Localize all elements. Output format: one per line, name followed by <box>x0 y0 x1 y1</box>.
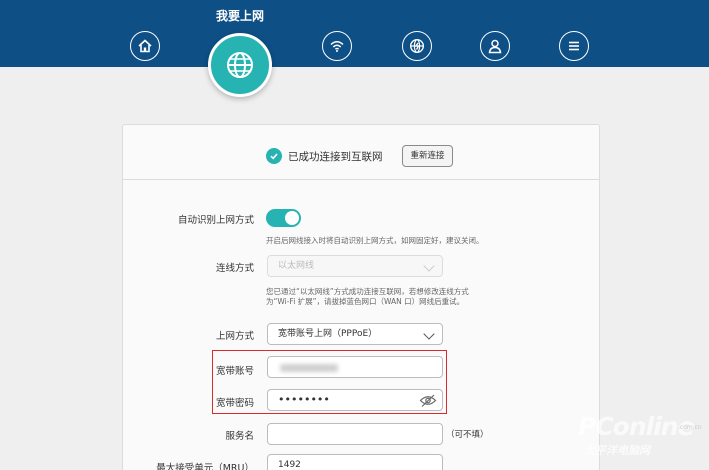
chevron-down-icon <box>423 260 435 272</box>
connection-hint-line1: 您已通过“以太网线”方式成功连接互联网，若想修改连线方式 <box>266 287 469 296</box>
auto-detect-hint: 开启后网线接入时将自动识别上网方式，如网固定好，建议关闭。 <box>266 236 484 245</box>
service-name-input[interactable] <box>267 423 443 445</box>
watermark-sub: 太平洋电脑网 <box>584 444 650 457</box>
check-icon <box>266 148 282 164</box>
connection-hint-line2: 为“Wi-Fi 扩展”，请拔掉蓝色网口（WAN 口）网线后重试。 <box>266 297 465 306</box>
active-nav-title: 我要上网 <box>215 9 264 23</box>
optional-note: （可不填） <box>446 430 489 440</box>
pconline-watermark: PConline .com.cn 太平洋电脑网 <box>578 412 706 464</box>
auto-detect-toggle[interactable] <box>266 209 301 227</box>
user-icon[interactable] <box>480 31 510 61</box>
card-divider <box>122 179 600 180</box>
reconnect-button[interactable]: 重新连接 <box>402 145 453 167</box>
connection-method-select: 以太网线 <box>267 255 443 277</box>
connection-status: 已成功连接到互联网 <box>266 145 383 167</box>
watermark-site: .com.cn <box>678 424 702 431</box>
auto-detect-label: 自动识别上网方式 <box>177 215 254 226</box>
globe-icon[interactable] <box>208 33 272 97</box>
internet-method-label: 上网方式 <box>215 331 254 342</box>
mru-label: 最大接受单元（MRU） <box>156 463 254 470</box>
connection-method-label: 连线方式 <box>215 263 254 274</box>
connection-method-value: 以太网线 <box>278 261 315 271</box>
watermark-brand: PConline <box>578 412 695 441</box>
status-text: 已成功连接到互联网 <box>288 150 383 163</box>
highlight-box <box>212 350 447 414</box>
menu-icon[interactable] <box>559 31 589 61</box>
mru-input[interactable]: 1492 <box>267 454 443 470</box>
internet-method-value: 宽带账号上网（PPPoE） <box>278 329 378 339</box>
internet-method-select[interactable]: 宽带账号上网（PPPoE） <box>267 323 443 345</box>
wifi-icon[interactable] <box>322 31 352 61</box>
globe-settings-icon[interactable] <box>402 31 432 61</box>
chevron-down-icon <box>423 328 435 340</box>
home-icon[interactable] <box>130 31 160 61</box>
top-navigation-bar <box>0 0 709 67</box>
service-name-label: 服务名 <box>225 431 254 442</box>
